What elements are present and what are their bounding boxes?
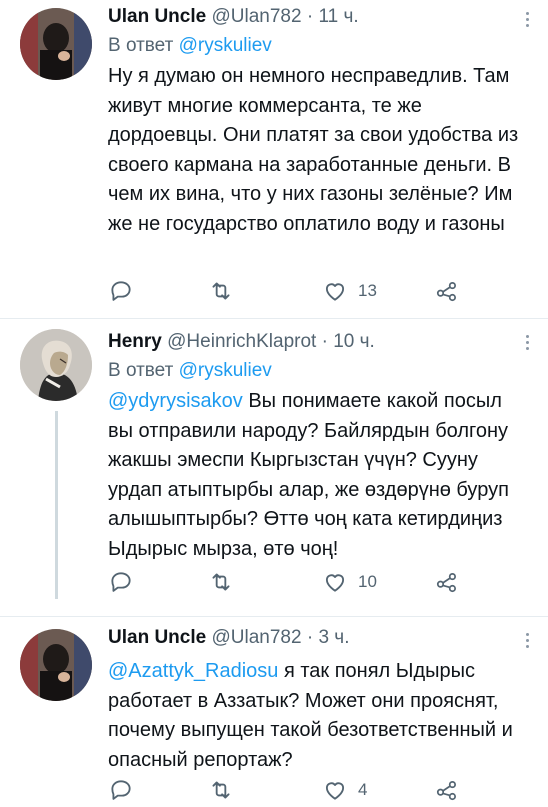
- tweet-header: Henry @HeinrichKlaprot · 10 ч.: [108, 329, 524, 355]
- like-count: 13: [358, 281, 377, 300]
- reply-to-link[interactable]: @ryskuliev: [179, 35, 272, 56]
- more-icon[interactable]: [526, 12, 530, 30]
- share-icon: [436, 282, 456, 302]
- tweet[interactable]: Henry @HeinrichKlaprot · 10 ч. В ответ @…: [0, 319, 548, 619]
- mention-link[interactable]: @Azattyk_Radiosu: [108, 660, 278, 682]
- display-name[interactable]: Ulan Uncle: [108, 627, 206, 648]
- separator-dot: ·: [306, 6, 314, 27]
- tweet-text: @Azattyk_Radiosu я так понял Ыдырыс рабо…: [108, 657, 524, 775]
- share-button[interactable]: [434, 567, 460, 597]
- timestamp[interactable]: 3 ч.: [318, 627, 349, 648]
- avatar[interactable]: [20, 8, 92, 80]
- tweet-text: @ydyrysisakov Вы понимаете какой посыл в…: [108, 387, 524, 564]
- timestamp[interactable]: 11 ч.: [318, 6, 358, 27]
- more-icon[interactable]: [526, 335, 530, 353]
- like-button[interactable]: 13: [322, 276, 377, 306]
- tweet-body: Вы понимаете какой посыл вы отправили на…: [108, 390, 509, 560]
- retweet-button[interactable]: [208, 775, 234, 805]
- timestamp[interactable]: 10 ч.: [333, 331, 375, 352]
- user-handle[interactable]: @Ulan782: [211, 627, 301, 648]
- tweet-body: Ну я думаю он немного несправедлив. Там …: [108, 65, 519, 235]
- like-button[interactable]: 4: [322, 775, 367, 805]
- like-icon: [325, 574, 345, 592]
- reply-to-link[interactable]: @ryskuliev: [179, 360, 272, 381]
- reply-context: В ответ @ryskuliev: [108, 357, 524, 385]
- mention-link[interactable]: @ydyrysisakov: [108, 390, 243, 412]
- avatar[interactable]: [20, 629, 92, 701]
- like-count: 4: [358, 780, 368, 799]
- avatar[interactable]: [20, 329, 92, 401]
- tweet-actions: 10: [108, 567, 468, 597]
- tweet[interactable]: Ulan Uncle @Ulan782 · 11 ч. В ответ @rys…: [0, 0, 548, 318]
- share-button[interactable]: [434, 775, 460, 805]
- user-handle[interactable]: @Ulan782: [211, 6, 301, 27]
- reply-prefix: В ответ: [108, 35, 174, 56]
- user-handle[interactable]: @HeinrichKlaprot: [167, 331, 316, 352]
- separator-dot: ·: [321, 331, 328, 352]
- reply-context: В ответ @ryskuliev: [108, 32, 524, 60]
- thread-line: [55, 411, 58, 599]
- more-icon[interactable]: [526, 633, 530, 651]
- retweet-icon: [212, 781, 230, 799]
- like-icon: [325, 782, 345, 800]
- share-icon: [436, 573, 456, 593]
- reply-button[interactable]: [108, 567, 134, 597]
- share-icon: [436, 781, 456, 801]
- reply-prefix: В ответ: [108, 360, 174, 381]
- like-count: 10: [358, 572, 377, 591]
- separator-dot: ·: [306, 627, 314, 648]
- reply-feed: Ulan Uncle @Ulan782 · 11 ч. В ответ @rys…: [0, 0, 548, 807]
- tweet-actions: 13: [108, 276, 468, 306]
- retweet-icon: [212, 282, 230, 300]
- retweet-button[interactable]: [208, 567, 234, 597]
- display-name[interactable]: Henry: [108, 331, 162, 352]
- tweet-header: Ulan Uncle @Ulan782 · 11 ч.: [108, 4, 524, 30]
- tweet[interactable]: Ulan Uncle @Ulan782 · 3 ч. @Azattyk_Radi…: [0, 617, 548, 807]
- reply-icon: [111, 281, 131, 301]
- tweet-text: Ну я думаю он немного несправедлив. Там …: [108, 62, 524, 239]
- retweet-icon: [212, 573, 230, 591]
- reply-button[interactable]: [108, 775, 134, 805]
- share-button[interactable]: [434, 276, 460, 306]
- reply-button[interactable]: [108, 276, 134, 306]
- retweet-button[interactable]: [208, 276, 234, 306]
- tweet-header: Ulan Uncle @Ulan782 · 3 ч.: [108, 625, 524, 651]
- reply-icon: [111, 780, 131, 800]
- like-button[interactable]: 10: [322, 567, 377, 597]
- tweet-actions: 4: [108, 775, 468, 805]
- reply-icon: [111, 572, 131, 592]
- display-name[interactable]: Ulan Uncle: [108, 6, 206, 27]
- like-icon: [325, 283, 345, 301]
